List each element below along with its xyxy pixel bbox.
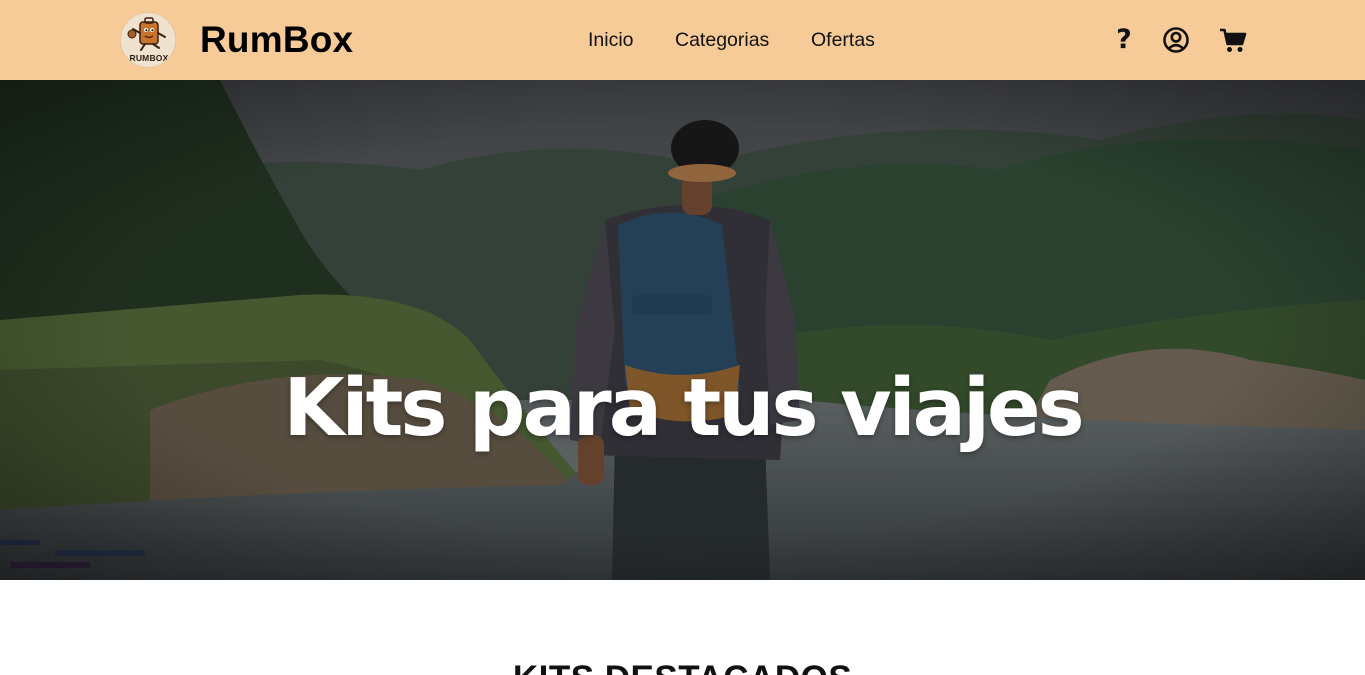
nav-inicio[interactable]: Inicio	[588, 29, 634, 51]
account-button[interactable]	[1160, 24, 1192, 56]
cart-button[interactable]	[1217, 24, 1249, 56]
nav-categorias[interactable]: Categorias	[675, 29, 769, 51]
logo-text: RUMBOX	[129, 53, 169, 63]
featured-kits-title: KITS DESTACADOS	[0, 659, 1365, 675]
question-mark-icon: ?	[1116, 24, 1132, 55]
site-header: RUMBOX RumBox Inicio Categorias Ofertas …	[0, 0, 1365, 80]
nav-ofertas[interactable]: Ofertas	[811, 29, 875, 51]
hero-landscape-image	[0, 80, 1365, 580]
user-circle-icon	[1163, 27, 1189, 53]
help-button[interactable]: ?	[1108, 24, 1140, 56]
hero-title: Kits para tus viajes	[283, 362, 1084, 454]
hero-banner: Kits para tus viajes	[0, 80, 1365, 580]
shopping-cart-icon	[1220, 28, 1247, 52]
